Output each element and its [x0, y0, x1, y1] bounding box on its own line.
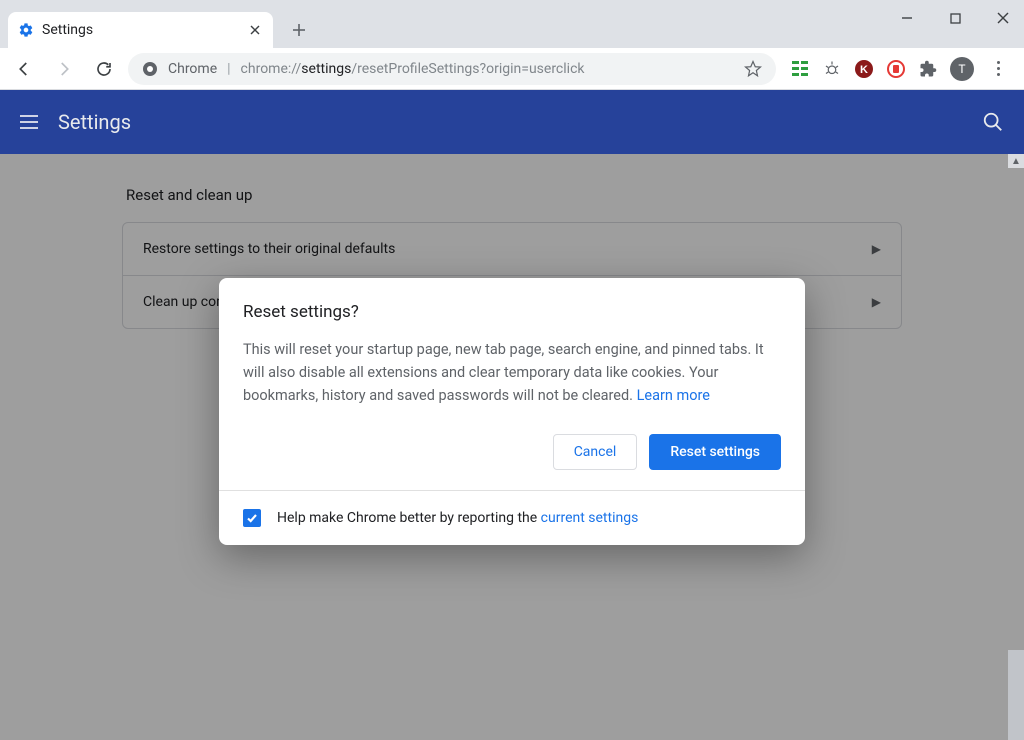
reset-button-label: Reset settings [670, 444, 760, 460]
forward-button[interactable] [48, 53, 80, 85]
scroll-up-arrow[interactable]: ▲ [1008, 154, 1024, 168]
close-window-icon[interactable] [988, 6, 1018, 30]
omnibox-prefix: Chrome [168, 61, 217, 77]
chrome-menu-button[interactable] [986, 61, 1010, 76]
dialog-body-text: This will reset your startup page, new t… [243, 338, 781, 408]
reload-button[interactable] [88, 53, 120, 85]
chrome-logo-icon [142, 61, 158, 77]
extension-bug-icon[interactable] [822, 59, 842, 79]
omnibox-separator: | [227, 61, 230, 77]
dialog-title: Reset settings? [243, 302, 781, 322]
settings-header: Settings [0, 90, 1024, 154]
omnibox-url: chrome://settings/resetProfileSettings?o… [241, 61, 585, 77]
cancel-button[interactable]: Cancel [553, 434, 638, 470]
cancel-button-label: Cancel [574, 444, 617, 460]
tab-strip: Settings [0, 0, 1024, 48]
current-settings-link[interactable]: current settings [541, 510, 639, 526]
bookmark-star-icon[interactable] [744, 60, 762, 78]
browser-tab[interactable]: Settings [8, 12, 273, 48]
extensions-area: K T [784, 57, 1016, 81]
close-tab-icon[interactable] [247, 22, 263, 38]
report-checkbox[interactable] [243, 509, 261, 527]
settings-menu-icon[interactable] [20, 115, 38, 129]
new-tab-button[interactable] [285, 16, 313, 44]
learn-more-link[interactable]: Learn more [637, 387, 710, 404]
settings-header-title: Settings [58, 110, 131, 134]
extension-grid-icon[interactable] [790, 59, 810, 79]
reset-settings-button[interactable]: Reset settings [649, 434, 781, 470]
omnibox[interactable]: Chrome | chrome://settings/resetProfileS… [128, 53, 776, 85]
maximize-icon[interactable] [940, 6, 970, 30]
browser-toolbar: Chrome | chrome://settings/resetProfileS… [0, 48, 1024, 90]
extension-shield-icon[interactable] [886, 59, 906, 79]
extensions-puzzle-icon[interactable] [918, 59, 938, 79]
window-controls [892, 6, 1018, 30]
settings-gear-icon [18, 22, 34, 38]
profile-avatar[interactable]: T [950, 57, 974, 81]
back-button[interactable] [8, 53, 40, 85]
svg-text:K: K [860, 64, 868, 76]
extension-k-icon[interactable]: K [854, 59, 874, 79]
scrollbar-track[interactable] [1008, 650, 1024, 740]
minimize-icon[interactable] [892, 6, 922, 30]
reset-settings-dialog: Reset settings? This will reset your sta… [219, 278, 805, 545]
dialog-footer-text: Help make Chrome better by reporting the… [277, 510, 638, 526]
settings-search-icon[interactable] [982, 111, 1004, 133]
tab-title: Settings [42, 22, 93, 38]
avatar-initial: T [958, 62, 965, 76]
